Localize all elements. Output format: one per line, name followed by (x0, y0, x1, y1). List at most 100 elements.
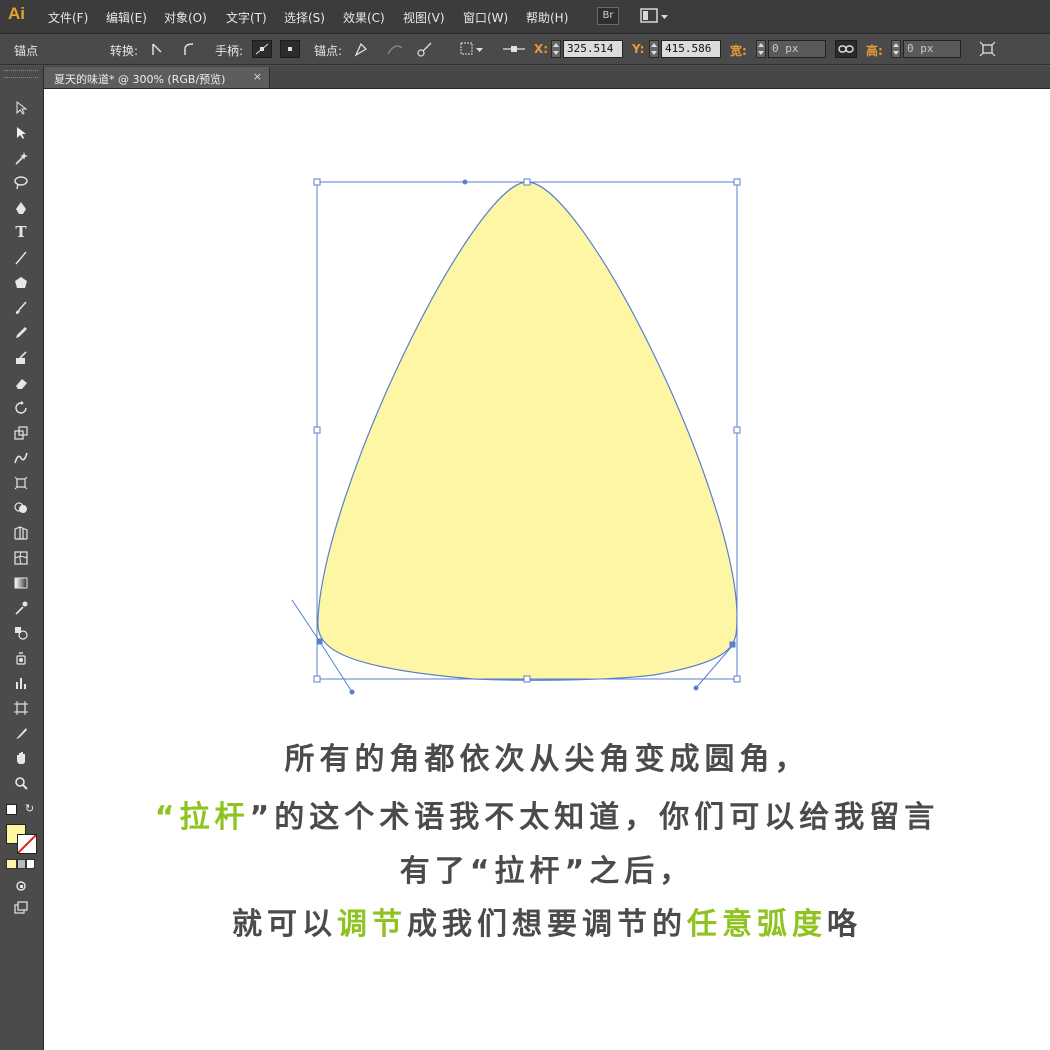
caption-line-3-pre: 有了“ (399, 854, 495, 889)
tools-panel: T ↻ (0, 66, 44, 1050)
x-input[interactable]: 325.514 (563, 40, 623, 58)
caption-line-4-pre: 就可以 (232, 907, 337, 942)
paintbrush-icon[interactable] (10, 298, 32, 318)
menu-object[interactable]: 对象(O) (164, 9, 207, 26)
height-label: 高: (866, 44, 883, 58)
anchors-label: 锚点: (314, 44, 343, 58)
artboard-canvas[interactable]: 所有的角都依次从尖角变成圆角， “拉杆”的这个术语我不太知道，你们可以给我留言 … (44, 89, 1050, 1050)
x-spinner[interactable] (551, 40, 561, 58)
menu-type[interactable]: 文字(T) (226, 9, 267, 26)
caption-quote-open: “ (154, 800, 180, 835)
menu-help[interactable]: 帮助(H) (526, 9, 568, 26)
workspace-switcher-button[interactable] (640, 7, 670, 25)
menu-edit[interactable]: 编辑(E) (106, 9, 147, 26)
rounded-triangle-shape[interactable] (317, 181, 738, 681)
caption-highlight-adjust: 调节 (337, 907, 407, 942)
y-input[interactable]: 415.586 (661, 40, 721, 58)
show-handles-icon[interactable] (252, 40, 272, 58)
color-mode-icon[interactable] (6, 859, 17, 869)
hide-handles-icon[interactable] (280, 40, 300, 58)
caption-term-lever: 拉杆 (179, 800, 250, 835)
y-label: Y: (632, 42, 645, 56)
y-spinner[interactable] (649, 40, 659, 58)
artboard-icon[interactable] (10, 698, 32, 718)
draw-mode-icon[interactable] (10, 876, 32, 896)
mesh-icon[interactable] (10, 548, 32, 568)
free-transform-icon[interactable] (10, 473, 32, 493)
warp-icon[interactable] (10, 448, 32, 468)
constrain-proportions-icon[interactable] (835, 40, 857, 58)
default-colors-icon[interactable] (6, 804, 17, 815)
height-input[interactable]: 0 px (903, 40, 961, 58)
connect-endpoints-icon[interactable] (385, 40, 405, 58)
width-spinner[interactable] (756, 40, 766, 58)
eyedropper-icon[interactable] (10, 598, 32, 618)
caption-line-2: “拉杆”的这个术语我不太知道，你们可以给我留言 (44, 792, 1050, 836)
caption-line-3: 有了“拉杆”之后， (44, 846, 1050, 890)
isolate-anchors-dropdown[interactable] (458, 40, 486, 58)
transform-each-icon[interactable] (978, 40, 998, 58)
caption-highlight-any-arc: 任意弧度 (687, 907, 827, 942)
document-tab-bar: 夏天的味道* @ 300% (RGB/预览) × (44, 66, 1050, 89)
menu-file[interactable]: 文件(F) (48, 9, 88, 26)
slice-icon[interactable] (10, 723, 32, 743)
type-icon[interactable]: T (10, 223, 32, 243)
convert-label: 转换: (110, 44, 139, 58)
direct-selection-tool-icon[interactable] (10, 123, 32, 143)
blend-icon[interactable] (10, 623, 32, 643)
perspective-grid-icon[interactable] (10, 523, 32, 543)
caption-quote-close: ” (249, 800, 275, 835)
lasso-icon[interactable] (10, 173, 32, 193)
caption-line-4-mid: 成我们想要调节的 (407, 907, 687, 942)
blob-brush-icon[interactable] (10, 348, 32, 368)
screen-mode-icon[interactable] (10, 898, 32, 918)
symbol-sprayer-icon[interactable] (10, 648, 32, 668)
cut-path-icon[interactable] (415, 40, 435, 58)
pencil-icon[interactable] (10, 323, 32, 343)
width-input[interactable]: 0 px (768, 40, 826, 58)
magic-wand-icon[interactable] (10, 148, 32, 168)
rotate-icon[interactable] (10, 398, 32, 418)
shape-builder-icon[interactable] (10, 498, 32, 518)
zoom-icon[interactable] (10, 773, 32, 793)
convert-to-corner-icon[interactable] (148, 40, 168, 58)
pen-icon[interactable] (10, 198, 32, 218)
remove-anchor-icon[interactable] (352, 40, 372, 58)
stroke-swatch[interactable] (17, 834, 37, 854)
height-spinner[interactable] (891, 40, 901, 58)
hand-icon[interactable] (10, 748, 32, 768)
close-icon[interactable]: × (253, 70, 262, 83)
x-label: X: (534, 42, 549, 56)
menu-window[interactable]: 窗口(W) (463, 9, 508, 26)
caption-line-4-end: 咯 (827, 907, 862, 942)
width-label: 宽: (730, 44, 747, 58)
none-mode-icon[interactable] (26, 859, 35, 869)
menu-select[interactable]: 选择(S) (284, 9, 325, 26)
reference-point-icon[interactable] (502, 40, 526, 58)
caption-line-3-post: ”之后， (564, 854, 695, 889)
panel-grip[interactable] (4, 70, 38, 78)
handles-label: 手柄: (215, 44, 244, 58)
ellipse-icon[interactable] (10, 273, 32, 293)
eraser-icon[interactable] (10, 373, 32, 393)
convert-to-smooth-icon[interactable] (180, 40, 200, 58)
bridge-button[interactable]: Br (597, 7, 619, 25)
line-segment-icon[interactable] (10, 248, 32, 268)
column-graph-icon[interactable] (10, 673, 32, 693)
no-stroke-icon (18, 835, 36, 853)
control-bar: 锚点 转换: 手柄: 锚点: X: 325.514 Y: 415.586 宽: … (0, 34, 1050, 65)
swap-colors-icon[interactable]: ↻ (25, 802, 34, 815)
menu-effect[interactable]: 效果(C) (343, 9, 385, 26)
caption-line-1: 所有的角都依次从尖角变成圆角， (284, 742, 810, 777)
gradient-icon[interactable] (10, 573, 32, 593)
caption-line-3-term: 拉杆 (494, 854, 565, 889)
anchor-point-label: 锚点 (14, 44, 39, 58)
gradient-mode-icon[interactable] (17, 859, 26, 869)
scale-icon[interactable] (10, 423, 32, 443)
menu-view[interactable]: 视图(V) (403, 9, 445, 26)
document-tab[interactable]: 夏天的味道* @ 300% (RGB/预览) × (44, 67, 270, 88)
caption-line-4: 就可以调节成我们想要调节的任意弧度咯 (44, 899, 1050, 943)
selection-tool-icon[interactable] (10, 98, 32, 118)
app-logo: Ai (8, 4, 25, 23)
caption-line-2-rest: 的这个术语我不太知道，你们可以给我留言 (274, 800, 940, 835)
